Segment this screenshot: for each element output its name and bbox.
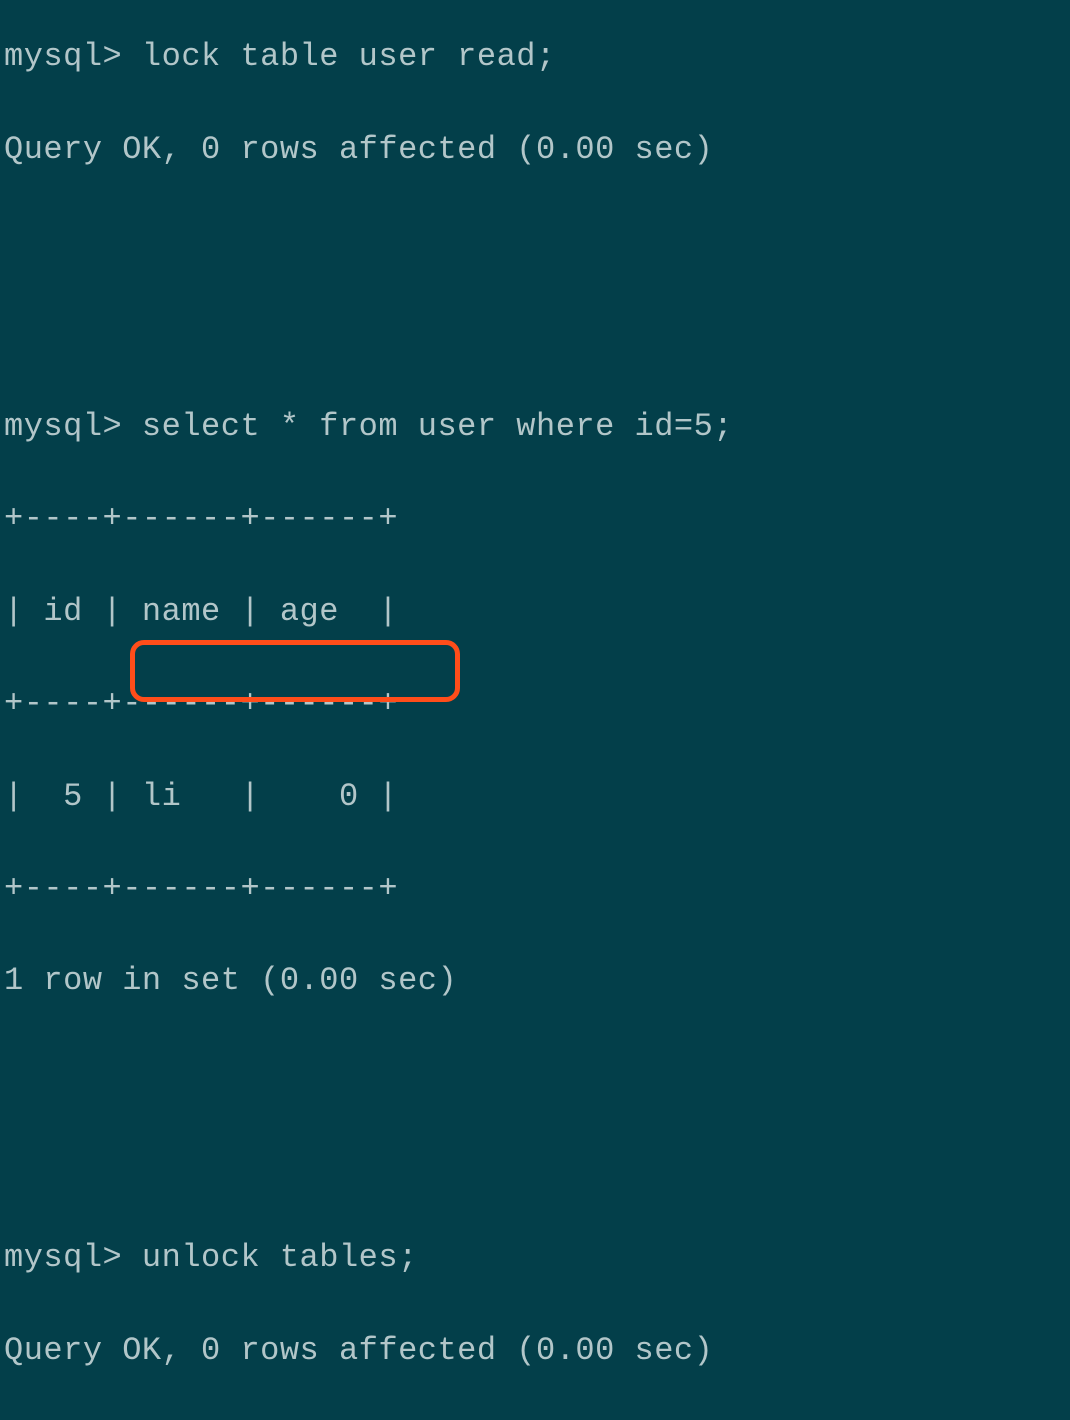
response-line-1: Query OK, 0 rows affected (0.00 sec)	[4, 127, 1070, 173]
table-border-bottom: +----+------+------+	[4, 866, 1070, 912]
result-footer: 1 row in set (0.00 sec)	[4, 958, 1070, 1004]
command-line-1: mysql> lock table user read;	[4, 34, 1070, 80]
command-text: lock table user read;	[142, 38, 556, 75]
table-header: | id | name | age |	[4, 589, 1070, 635]
table-border-top: +----+------+------+	[4, 496, 1070, 542]
table-row: | 5 | li | 0 |	[4, 774, 1070, 820]
command-text: select * from user where id=5;	[142, 408, 733, 445]
blank-line	[4, 1143, 1070, 1189]
blank-line	[4, 1051, 1070, 1097]
table-border-mid: +----+------+------+	[4, 681, 1070, 727]
command-text: unlock tables;	[142, 1239, 418, 1276]
prompt: mysql>	[4, 408, 122, 445]
terminal-output: mysql> lock table user read; Query OK, 0…	[0, 0, 1070, 1420]
blank-line	[4, 312, 1070, 358]
response-line-3: Query OK, 0 rows affected (0.00 sec)	[4, 1328, 1070, 1374]
prompt: mysql>	[4, 38, 122, 75]
command-line-2: mysql> select * from user where id=5;	[4, 404, 1070, 450]
prompt: mysql>	[4, 1239, 122, 1276]
command-line-3: mysql> unlock tables;	[4, 1235, 1070, 1281]
blank-line	[4, 219, 1070, 265]
